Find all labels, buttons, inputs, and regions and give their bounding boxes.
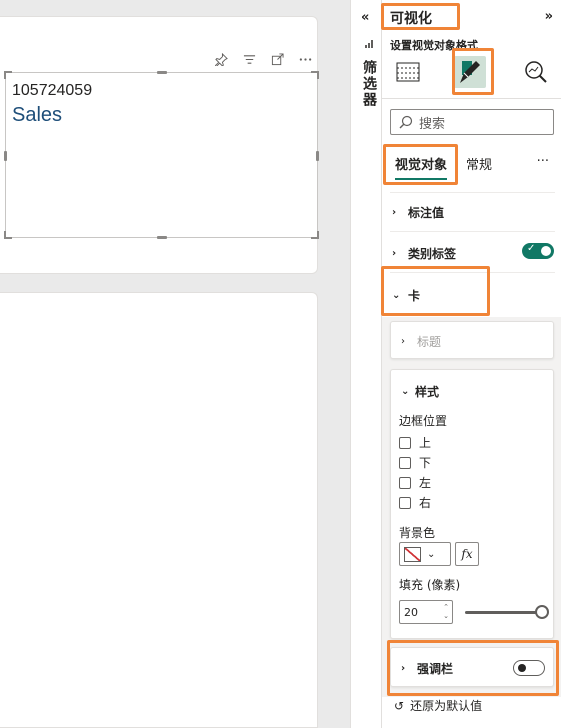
- visual-container[interactable]: [0, 292, 318, 728]
- checkbox-label: 左: [419, 476, 432, 490]
- section-label: 类别标签: [408, 247, 457, 261]
- chevron-right-icon: ›: [401, 336, 405, 347]
- padding-label: 填充 (像素): [399, 578, 461, 592]
- search-placeholder: 搜索: [419, 116, 446, 132]
- expand-icon[interactable]: »: [545, 9, 553, 24]
- report-canvas: 105724059 Sales: [0, 0, 350, 728]
- search-input[interactable]: 搜索: [390, 109, 554, 135]
- checkbox[interactable]: [399, 476, 411, 489]
- build-visual-icon[interactable]: [392, 56, 424, 88]
- section-callout-value[interactable]: › 标注值: [392, 204, 444, 221]
- checkbox[interactable]: [399, 456, 411, 469]
- padding-slider-thumb[interactable]: [535, 605, 549, 619]
- border-position-label: 边框位置: [399, 414, 448, 428]
- resize-handle[interactable]: [4, 231, 12, 239]
- more-options-icon[interactable]: ···: [537, 154, 549, 169]
- divider: [390, 231, 555, 232]
- checkbox[interactable]: [399, 496, 411, 509]
- highlight-box: [452, 48, 494, 95]
- chevron-down-icon: ⌄: [427, 548, 436, 560]
- padding-input[interactable]: 20 ⌃ ⌄: [399, 600, 453, 624]
- chevron-right-icon: ›: [392, 207, 397, 218]
- subsection-label: 样式: [415, 385, 440, 399]
- focus-mode-icon[interactable]: [269, 51, 285, 67]
- highlight-box: [381, 266, 490, 316]
- border-right-checkbox[interactable]: 右: [399, 494, 431, 511]
- filters-title[interactable]: 筛选器: [359, 60, 379, 108]
- resize-handle[interactable]: [311, 71, 319, 79]
- highlight-box: [381, 3, 460, 30]
- subsection-style: ⌄ 样式 边框位置 上 下 左 右 背景色 ⌄ fx 填充 (像素) 20 ⌃ …: [390, 369, 554, 639]
- resize-handle[interactable]: [157, 236, 167, 239]
- checkbox-label: 右: [419, 496, 432, 510]
- pin-icon[interactable]: [213, 51, 229, 67]
- checkbox[interactable]: [399, 436, 411, 449]
- padding-value: 20: [404, 605, 418, 619]
- divider: [390, 192, 555, 193]
- visual-header: [213, 51, 313, 67]
- tab-general[interactable]: 常规: [466, 154, 492, 173]
- subsection-title[interactable]: › 标题: [390, 321, 554, 359]
- resize-handle[interactable]: [311, 231, 319, 239]
- subsection-label: 标题: [417, 335, 442, 349]
- resize-handle[interactable]: [157, 71, 167, 74]
- more-options-icon[interactable]: [297, 51, 313, 67]
- card-category-label: Sales: [12, 104, 63, 126]
- undo-icon: ↺: [394, 698, 405, 713]
- resize-handle[interactable]: [4, 151, 7, 161]
- card-value: 105724059: [12, 82, 93, 99]
- filters-pane-collapsed: « 筛选器: [350, 0, 382, 728]
- checkbox-label: 上: [419, 436, 432, 450]
- style-header[interactable]: ⌄ 样式: [401, 383, 439, 400]
- chevron-down-icon: ⌄: [401, 386, 410, 397]
- category-label-toggle[interactable]: [522, 243, 554, 259]
- border-bottom-checkbox[interactable]: 下: [399, 454, 431, 471]
- resize-handle[interactable]: [4, 71, 12, 79]
- border-left-checkbox[interactable]: 左: [399, 474, 431, 491]
- resize-handle[interactable]: [316, 151, 319, 161]
- reset-label: 还原为默认值: [410, 699, 483, 713]
- filter-icon[interactable]: [241, 51, 257, 67]
- background-color-picker[interactable]: ⌄: [399, 542, 451, 566]
- conditional-format-button[interactable]: fx: [455, 542, 479, 566]
- highlight-box: [383, 144, 458, 185]
- reset-to-default[interactable]: ↺ 还原为默认值: [394, 697, 482, 714]
- card-visual[interactable]: 105724059 Sales: [4, 71, 319, 239]
- collapse-icon[interactable]: «: [361, 10, 369, 25]
- chevron-right-icon: ›: [392, 248, 397, 259]
- padding-slider-track[interactable]: [465, 611, 541, 614]
- background-color-label: 背景色: [399, 526, 436, 540]
- no-color-swatch: [404, 546, 421, 562]
- spinner-icon[interactable]: ⌃ ⌄: [443, 603, 449, 621]
- border-top-checkbox[interactable]: 上: [399, 434, 431, 451]
- analytics-icon[interactable]: [520, 56, 552, 88]
- checkbox-label: 下: [419, 456, 432, 470]
- section-category-label[interactable]: › 类别标签: [392, 245, 456, 262]
- filter-mini-icon: [365, 40, 373, 51]
- section-label: 标注值: [408, 206, 445, 220]
- visualizations-pane: 可视化 » 设置视觉对象格式 搜索 视觉对象 常规 ··· › 标注值 › 类别…: [382, 0, 561, 728]
- highlight-box: [387, 640, 559, 696]
- search-icon: [399, 115, 413, 129]
- divider: [382, 98, 561, 99]
